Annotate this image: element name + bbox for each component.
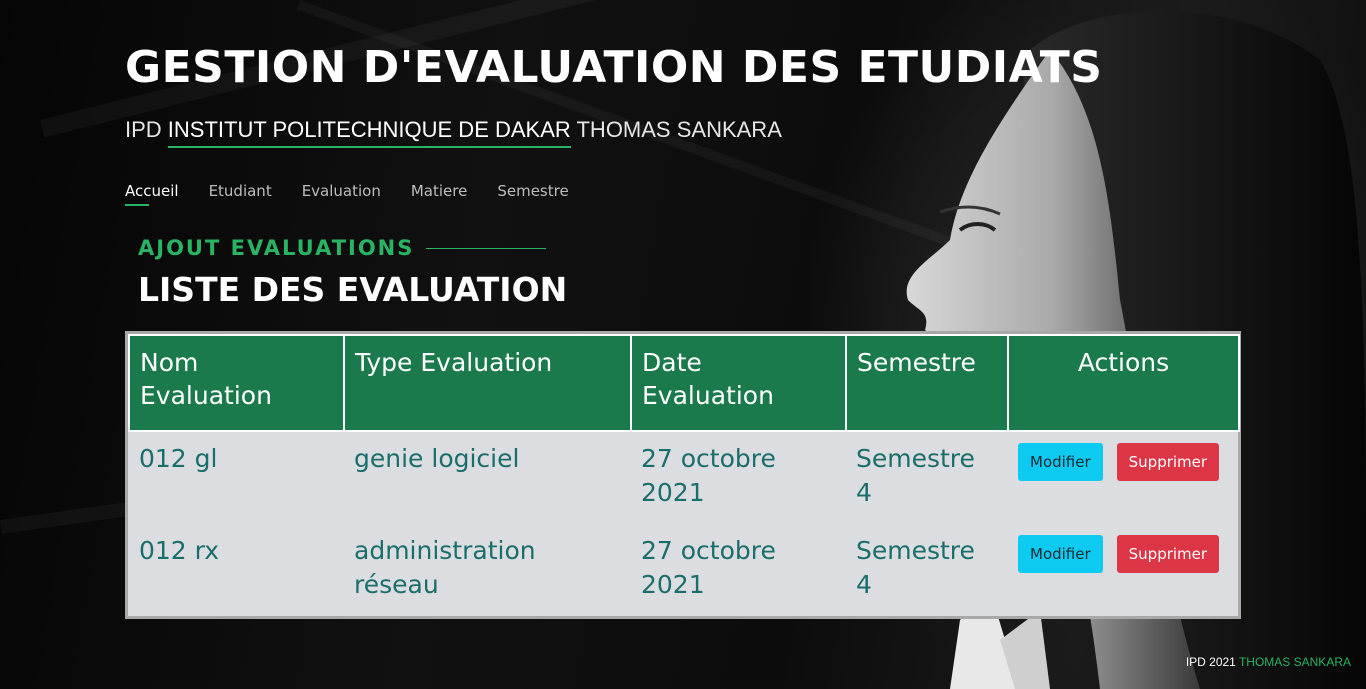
column-header-semestre: Semestre — [845, 334, 1009, 432]
evaluations-table-container: Nom Evaluation Type Evaluation Date Eval… — [125, 331, 1241, 619]
nav-item-matiere[interactable]: Matiere — [411, 182, 467, 206]
cell-semestre: Semestre 4 — [856, 536, 975, 599]
cell-date: 27 octobre 2021 — [641, 444, 776, 507]
nav-item-evaluation[interactable]: Evaluation — [302, 182, 381, 206]
table-header-row: Nom Evaluation Type Evaluation Date Eval… — [128, 334, 1240, 432]
cell-type: administration réseau — [354, 536, 536, 599]
modify-button[interactable]: Modifier — [1018, 443, 1103, 481]
cell-date: 27 octobre 2021 — [641, 536, 776, 599]
cell-type: genie logiciel — [354, 444, 520, 473]
institution-subtitle: IPD INSTITUT POLITECHNIQUE DE DAKAR THOM… — [125, 117, 782, 148]
cell-semestre: Semestre 4 — [856, 444, 975, 507]
subtitle-suffix: THOMAS SANKARA — [570, 117, 782, 142]
column-header-date: Date Evaluation — [630, 334, 847, 432]
cell-nom: 012 gl — [139, 444, 218, 473]
footer-credit: IPD 2021 THOMAS SANKARA — [1186, 655, 1351, 669]
page-title: GESTION D'EVALUATION DES ETUDIATS — [125, 42, 1103, 93]
delete-button[interactable]: Supprimer — [1116, 443, 1220, 481]
cell-nom: 012 rx — [139, 536, 220, 565]
footer-highlight: THOMAS SANKARA — [1238, 655, 1351, 669]
section-label-line — [426, 247, 547, 249]
column-header-actions: Actions — [1007, 334, 1240, 432]
nav-item-semestre[interactable]: Semestre — [497, 182, 568, 206]
cell-actions: Modifier Supprimer — [1008, 524, 1239, 616]
page-background: GESTION D'EVALUATION DES ETUDIATS IPD IN… — [0, 0, 1366, 689]
subtitle-prefix: IPD — [125, 117, 168, 142]
nav-item-etudiant[interactable]: Etudiant — [209, 182, 272, 206]
table-row: 012 rx administration réseau 27 octobre … — [129, 524, 1239, 616]
modify-button[interactable]: Modifier — [1018, 535, 1103, 573]
add-evaluations-link[interactable]: AJOUT EVALUATIONS — [138, 236, 547, 260]
subtitle-institution: INSTITUT POLITECHNIQUE DE DAKAR — [167, 117, 571, 148]
section-label-text: AJOUT EVALUATIONS — [138, 236, 415, 260]
column-header-nom: Nom Evaluation — [128, 334, 345, 432]
cell-actions: Modifier Supprimer — [1008, 431, 1239, 524]
list-title: LISTE DES EVALUATION — [138, 270, 568, 309]
main-nav: Accueil Etudiant Evaluation Matiere Seme… — [125, 182, 569, 206]
footer-prefix: IPD 2021 — [1185, 655, 1239, 669]
column-header-type: Type Evaluation — [343, 334, 632, 432]
delete-button[interactable]: Supprimer — [1116, 535, 1220, 573]
nav-item-accueil[interactable]: Accueil — [125, 182, 179, 206]
table-row: 012 gl genie logiciel 27 octobre 2021 Se… — [129, 431, 1239, 524]
evaluations-table: Nom Evaluation Type Evaluation Date Eval… — [128, 334, 1240, 616]
